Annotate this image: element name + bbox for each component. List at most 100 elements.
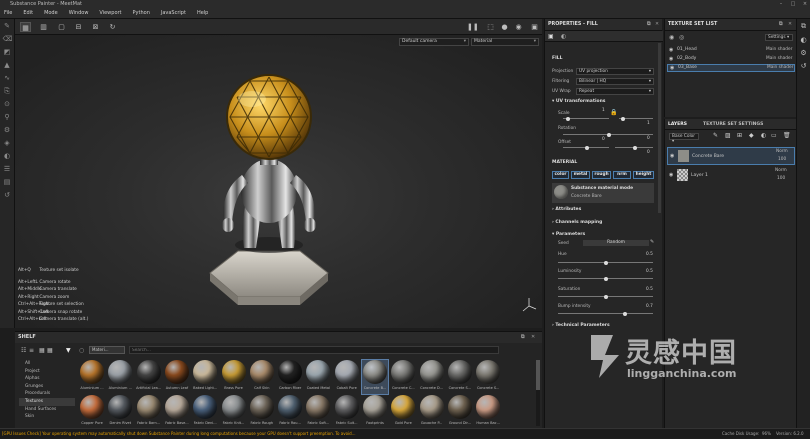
layer-opacity[interactable]: 100 — [777, 176, 785, 181]
texture-set-item[interactable]: ◉ 01_Head Main shader — [667, 46, 795, 54]
channel-select[interactable]: Material ▾ — [471, 38, 539, 46]
material-thumbnail[interactable]: Denim Rivet — [107, 395, 133, 429]
material-thumbnail[interactable]: Concrete C... — [390, 360, 416, 394]
slider-knob[interactable] — [585, 145, 589, 150]
slider-knob[interactable] — [566, 116, 570, 121]
log-icon[interactable]: ▤ — [3, 178, 12, 187]
display-settings-icon[interactable]: ◐ — [3, 152, 12, 161]
layer-row-selected[interactable]: ◉ Concrete Bare Norm 100 — [667, 147, 795, 165]
seed-random-button[interactable]: Random — [583, 240, 649, 246]
technical-section[interactable]: › Technical Parameters — [552, 323, 610, 328]
layer-blend-mode[interactable]: Norm — [775, 168, 787, 173]
camera-select[interactable]: Default camera ▾ — [399, 38, 469, 46]
delete-icon[interactable]: 🗑 — [783, 132, 791, 139]
environment-icon[interactable]: ◉ — [513, 22, 524, 32]
uv-view-icon[interactable]: ▢ — [56, 22, 67, 32]
texture-set-item[interactable]: ◉ 02_Body Main shader — [667, 55, 795, 63]
polygon-fill-icon[interactable]: ▲ — [3, 61, 12, 70]
eye-icon[interactable]: ◉ — [669, 56, 673, 62]
material-thumbnail[interactable]: Fabric Rou... — [277, 395, 303, 429]
expand-icon[interactable]: ⧉ — [521, 332, 525, 343]
maximize-button[interactable]: □ — [788, 0, 798, 8]
texture-set-item-selected[interactable]: ◉ 03_Base Main shader — [667, 64, 795, 72]
shelf-scrollbar[interactable] — [536, 360, 540, 426]
material-thumbnail[interactable]: Copper Pure — [79, 395, 105, 429]
material-thumbnail[interactable]: Human Bac... — [475, 395, 501, 429]
material-thumbnail[interactable]: Calf Skin — [249, 360, 275, 394]
saturation-slider[interactable] — [558, 294, 653, 299]
display-icon[interactable]: ◐ — [797, 36, 810, 44]
category-procedurals[interactable]: Procedurals — [19, 390, 75, 398]
layer-name[interactable]: Layer 1 — [691, 173, 708, 178]
history-icon[interactable]: ↺ — [3, 191, 12, 200]
material-thumbnail[interactable]: Concrete S... — [447, 360, 473, 394]
properties-scrollbar[interactable] — [658, 43, 661, 213]
solo-icon[interactable]: ◎ — [679, 34, 684, 41]
material-thumbnail[interactable]: Coated Metal — [305, 360, 331, 394]
bake-icon[interactable]: ◈ — [3, 139, 12, 148]
camera-icon[interactable]: ⊠ — [90, 22, 101, 32]
bump-slider[interactable] — [558, 311, 653, 316]
paint-brush-icon[interactable]: ✎ — [3, 22, 12, 31]
grid-view-icon[interactable]: ▦ — [20, 22, 31, 32]
material-thumbnail[interactable]: Fabric Knit... — [221, 395, 247, 429]
expand-icon[interactable]: ⧉ — [647, 19, 650, 31]
filtering-select[interactable]: Bilinear | HQ ▾ — [576, 78, 654, 85]
material-tab-icon[interactable]: ◐ — [561, 33, 566, 40]
material-thumbnail[interactable]: Footprints — [362, 395, 388, 429]
slider-knob[interactable] — [604, 276, 608, 281]
channel-height-toggle[interactable]: height — [633, 171, 654, 179]
shader-settings-icon[interactable]: ☰ — [3, 165, 12, 174]
close-icon[interactable]: ✕ — [655, 19, 659, 31]
settings-dropdown[interactable]: Settings ▾ — [765, 34, 793, 41]
category-skin[interactable]: Skin — [19, 413, 75, 421]
material-thumbnail[interactable]: Aluminium ... — [79, 360, 105, 394]
slider-knob[interactable] — [607, 132, 611, 137]
layer-row[interactable]: ◉ Layer 1 Norm 100 — [667, 167, 795, 185]
history-icon[interactable]: ↺ — [797, 62, 810, 70]
menu-javascript[interactable]: JavaScript — [161, 10, 186, 16]
material-thumbnail[interactable]: Fabric Suit... — [334, 395, 360, 429]
menu-edit[interactable]: Edit — [23, 10, 33, 16]
search-icon[interactable]: ○ — [79, 347, 84, 354]
material-mode-card[interactable]: Substance material mode Concrete Bare — [552, 183, 654, 203]
material-thumbnail[interactable]: Concrete S... — [475, 360, 501, 394]
category-hand-surfaces[interactable]: Hand Surfaces — [19, 406, 75, 414]
slider-knob[interactable] — [633, 145, 637, 150]
material-thumbnail[interactable]: Baked Light... — [192, 360, 218, 394]
list-view-icon[interactable]: ≡ — [29, 347, 34, 354]
menu-viewport[interactable]: Viewport — [99, 10, 121, 16]
settings-icon[interactable]: ⚙ — [797, 49, 810, 57]
add-mask-icon[interactable]: ▨ — [725, 132, 731, 139]
material-thumbnail[interactable]: Artificial Lea... — [136, 360, 162, 394]
material-thumbnail[interactable]: Aluminium ... — [107, 360, 133, 394]
luminosity-slider[interactable] — [558, 276, 653, 281]
material-ball-icon[interactable]: ● — [499, 22, 510, 32]
menu-python[interactable]: Python — [133, 10, 150, 16]
material-thumbnail[interactable]: Fabric Barn... — [136, 395, 162, 429]
material-thumbnail[interactable]: Fabric Soft... — [305, 395, 331, 429]
texture-set-shader[interactable]: Main shader — [766, 56, 792, 61]
offset-slider-v[interactable] — [615, 145, 653, 150]
expand-icon[interactable]: ⧉ — [779, 19, 782, 31]
add-folder-icon[interactable]: ◐ — [761, 132, 766, 139]
list-view-icon[interactable]: ☷ — [21, 347, 26, 354]
texture-set-shader[interactable]: Main shader — [766, 47, 792, 52]
slider-knob[interactable] — [604, 294, 608, 299]
material-thumbnail[interactable]: Fabric Rough — [249, 395, 275, 429]
menu-window[interactable]: Window — [69, 10, 89, 16]
smudge-icon[interactable]: ∿ — [3, 74, 12, 83]
close-icon[interactable]: ✕ — [531, 332, 535, 343]
layer-name[interactable]: Concrete Bare — [692, 154, 724, 159]
grid-view-icon[interactable]: ▦ — [47, 347, 53, 354]
scale-slider-v[interactable] — [619, 116, 653, 121]
symmetry-icon[interactable]: ⊟ — [73, 22, 84, 32]
slider-knob[interactable] — [621, 116, 625, 121]
material-thumbnail[interactable]: Concrete B... — [361, 359, 389, 395]
refresh-icon[interactable]: ↻ — [107, 22, 118, 32]
menu-file[interactable]: File — [4, 10, 12, 16]
eyedropper-icon[interactable]: ⚲ — [3, 113, 12, 122]
menu-help[interactable]: Help — [197, 10, 208, 16]
category-textures[interactable]: Textures — [19, 397, 75, 406]
add-fill-icon[interactable]: ◆ — [749, 132, 754, 139]
